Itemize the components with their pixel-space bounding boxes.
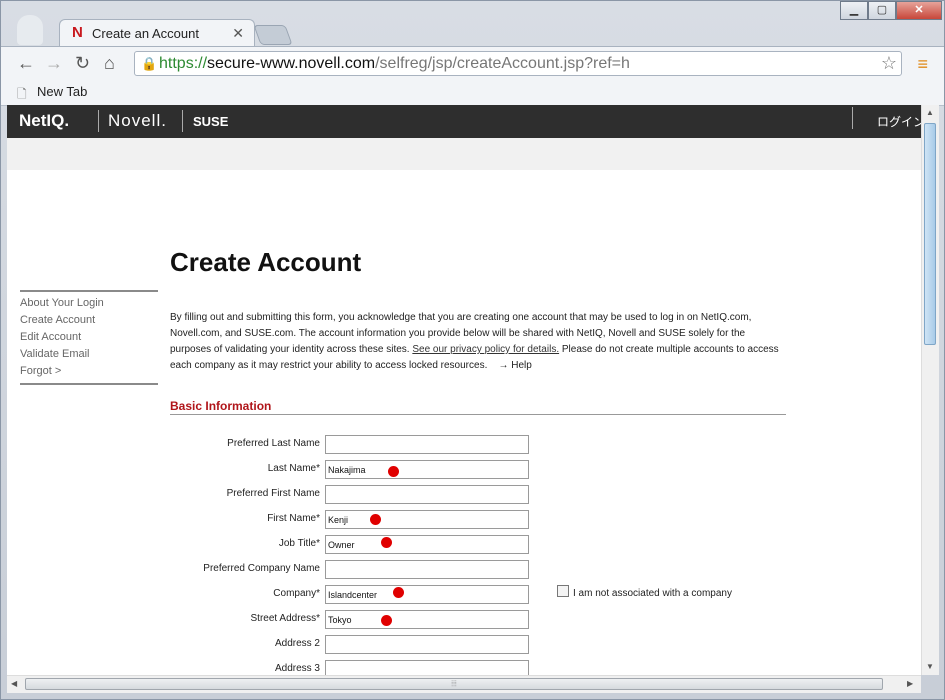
suse-logo[interactable]: SUSE <box>193 114 228 129</box>
minimize-button[interactable]: ▁ <box>840 1 868 20</box>
intro-text: By filling out and submitting this form,… <box>170 312 779 371</box>
sidebar-item-validate-email[interactable]: Validate Email <box>20 348 90 360</box>
scroll-left-arrow-icon[interactable]: ◀ <box>11 679 17 688</box>
help-link[interactable]: → Help <box>498 360 531 371</box>
tab-close-icon[interactable]: ✕ <box>232 25 244 42</box>
bookmark-new-tab[interactable]: New Tab <box>37 84 87 99</box>
sidebar-item-forgot[interactable]: Forgot > <box>20 365 61 377</box>
street-address-input[interactable] <box>325 610 529 629</box>
tab-title: Create an Account <box>92 26 199 41</box>
red-marker-dot <box>393 587 404 598</box>
company-input[interactable] <box>325 585 529 604</box>
page-icon: 🗋 <box>17 87 27 101</box>
sidebar-item-create-account[interactable]: Create Account <box>20 314 95 326</box>
sub-navigation-bar <box>7 138 921 170</box>
sidebar-divider <box>20 290 158 292</box>
no-company-checkbox[interactable] <box>557 585 569 597</box>
red-marker-dot <box>381 615 392 626</box>
profile-avatar-icon[interactable] <box>17 15 43 45</box>
red-marker-dot <box>388 466 399 477</box>
sidebar-divider <box>20 383 158 385</box>
preferred-last-name-label: Preferred Last Name <box>227 438 320 449</box>
login-link[interactable]: ログイン <box>877 113 921 130</box>
job-title-input[interactable] <box>325 535 529 554</box>
preferred-first-name-input[interactable] <box>325 485 529 504</box>
page-title: Create Account <box>170 247 362 277</box>
first-name-input[interactable] <box>325 510 529 529</box>
address-2-input[interactable] <box>325 635 529 654</box>
preferred-company-name-input[interactable] <box>325 560 529 579</box>
scroll-down-arrow-icon[interactable]: ▼ <box>926 662 934 671</box>
bookmarks-bar: 🗋 New Tab <box>1 81 944 106</box>
red-marker-dot <box>370 514 381 525</box>
title-bar: N Create an Account ✕ ▁ ▢ ✕ <box>1 1 944 47</box>
header-divider <box>852 107 853 129</box>
maximize-button[interactable]: ▢ <box>868 1 896 20</box>
last-name-input[interactable] <box>325 460 529 479</box>
header-divider <box>98 110 99 132</box>
window-controls: ▁ ▢ ✕ <box>840 1 942 20</box>
browser-toolbar: ← → ↻ ⌂ 🔒 https://secure-www.novell.com/… <box>1 46 944 82</box>
privacy-policy-link[interactable]: See our privacy policy for details. <box>412 344 559 355</box>
novell-favicon-icon: N <box>72 24 83 41</box>
site-header: NetIQ. Novell. SUSE ログイン <box>7 105 921 138</box>
section-title-basic-information: Basic Information <box>170 399 272 413</box>
sidebar-item-edit-account[interactable]: Edit Account <box>20 331 81 343</box>
address-bar[interactable]: 🔒 https://secure-www.novell.com/selfreg/… <box>134 51 902 76</box>
forward-arrow-icon[interactable]: → <box>45 53 63 74</box>
url-text[interactable]: https://secure-www.novell.com/selfreg/js… <box>159 55 630 73</box>
reload-icon[interactable]: ↻ <box>75 53 90 74</box>
address-3-label: Address 3 <box>274 663 320 674</box>
vertical-scrollbar[interactable]: ▲ ▼ <box>921 105 939 675</box>
company-label: Company* <box>273 588 320 599</box>
address-3-input[interactable] <box>325 660 529 675</box>
tab-create-account[interactable]: N Create an Account ✕ <box>59 19 255 47</box>
scroll-up-arrow-icon[interactable]: ▲ <box>926 108 934 117</box>
last-name-label: Last Name* <box>267 463 320 474</box>
scroll-right-arrow-icon[interactable]: ▶ <box>907 679 913 688</box>
chrome-menu-icon[interactable]: ≡ <box>917 54 928 75</box>
new-tab-button[interactable] <box>253 25 293 45</box>
horizontal-scrollbar[interactable]: ◀ ⦙⦙⦙ ▶ <box>7 675 921 693</box>
back-arrow-icon[interactable]: ← <box>17 53 35 74</box>
bookmark-star-icon[interactable]: ☆ <box>881 53 897 74</box>
page-viewport: NetIQ. Novell. SUSE ログイン About Your Logi… <box>7 105 921 675</box>
preferred-company-name-label: Preferred Company Name <box>203 563 320 574</box>
red-marker-dot <box>381 537 392 548</box>
preferred-last-name-input[interactable] <box>325 435 529 454</box>
close-window-button[interactable]: ✕ <box>896 1 942 20</box>
preferred-first-name-label: Preferred First Name <box>226 488 320 499</box>
sidebar-item-about-your-login[interactable]: About Your Login <box>20 297 104 309</box>
first-name-label: First Name* <box>267 513 320 524</box>
vertical-scroll-thumb[interactable] <box>924 123 936 345</box>
job-title-label: Job Title* <box>278 538 320 549</box>
lock-icon: 🔒 <box>141 56 158 71</box>
address-2-label: Address 2 <box>274 638 320 649</box>
street-address-label: Street Address* <box>250 613 320 624</box>
no-company-label: I am not associated with a company <box>573 588 732 599</box>
section-divider <box>170 414 786 415</box>
horizontal-scroll-thumb[interactable]: ⦙⦙⦙ <box>25 678 883 690</box>
home-icon[interactable]: ⌂ <box>104 53 115 74</box>
novell-logo[interactable]: Novell. <box>108 111 167 131</box>
netiq-logo[interactable]: NetIQ. <box>19 111 69 131</box>
header-divider <box>182 110 183 132</box>
